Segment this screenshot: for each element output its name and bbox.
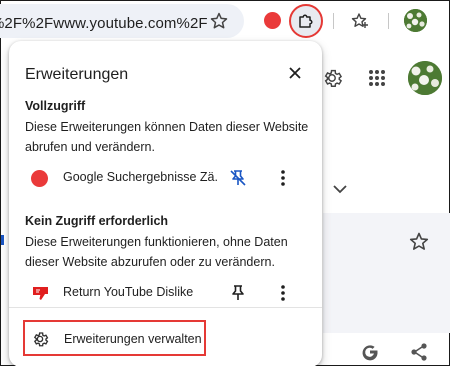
popup-divider [9, 307, 322, 308]
section-description-full-access: Diese Erweiterungen können Daten dieser … [25, 120, 309, 154]
popup-title: Erweiterungen [25, 66, 129, 83]
profile-avatar[interactable] [404, 9, 427, 32]
browser-toolbar: %2F%2Fwww.youtube.com%2F [0, 1, 449, 41]
red-circle-icon [31, 170, 48, 187]
section-heading-full-access: Vollzugriff [25, 99, 86, 113]
more-vert-icon[interactable] [273, 283, 293, 303]
more-vert-icon[interactable] [273, 168, 293, 188]
extension-name: Google Suchergebnisse Zä... [63, 170, 217, 184]
share-icon[interactable] [408, 341, 430, 363]
extension-row-return-youtube-dislike[interactable]: Return YouTube Dislike [25, 279, 315, 307]
extension-name: Return YouTube Dislike [63, 285, 194, 299]
manage-extensions-label: Erweiterungen verwalten [64, 332, 202, 346]
google-g-icon[interactable] [359, 341, 381, 363]
star-icon[interactable] [408, 231, 430, 253]
pin-off-icon[interactable] [228, 168, 248, 188]
manage-extensions-button[interactable]: Erweiterungen verwalten [23, 320, 206, 356]
puzzle-icon [299, 14, 313, 28]
settings-gear-icon[interactable] [321, 67, 343, 89]
dislike-icon [31, 285, 48, 302]
toolbar-divider [388, 13, 389, 29]
toolbar-divider [333, 13, 334, 29]
extension-row-google-search[interactable]: Google Suchergebnisse Zä... [25, 164, 315, 192]
close-icon[interactable] [285, 63, 305, 83]
account-avatar[interactable] [408, 61, 442, 95]
bookmarks-icon[interactable] [350, 11, 370, 31]
background-card [323, 213, 450, 333]
record-icon[interactable] [264, 12, 281, 29]
bookmark-star-icon[interactable] [209, 11, 229, 31]
section-heading-no-access: Kein Zugriff erforderlich [25, 214, 169, 228]
section-description-no-access: Diese Erweiterungen funktionieren, ohne … [25, 235, 288, 269]
page-accent-mark [1, 235, 4, 245]
extensions-button[interactable] [289, 4, 323, 38]
pin-icon[interactable] [228, 283, 248, 303]
url-text[interactable]: %2F%2Fwww.youtube.com%2F [0, 15, 208, 32]
extensions-popup: Erweiterungen Vollzugriff Diese Erweiter… [9, 41, 322, 366]
apps-grid-icon[interactable] [367, 68, 387, 88]
chevron-down-icon[interactable] [332, 182, 348, 196]
gear-icon [31, 330, 49, 348]
address-bar[interactable]: %2F%2Fwww.youtube.com%2F [0, 4, 244, 38]
